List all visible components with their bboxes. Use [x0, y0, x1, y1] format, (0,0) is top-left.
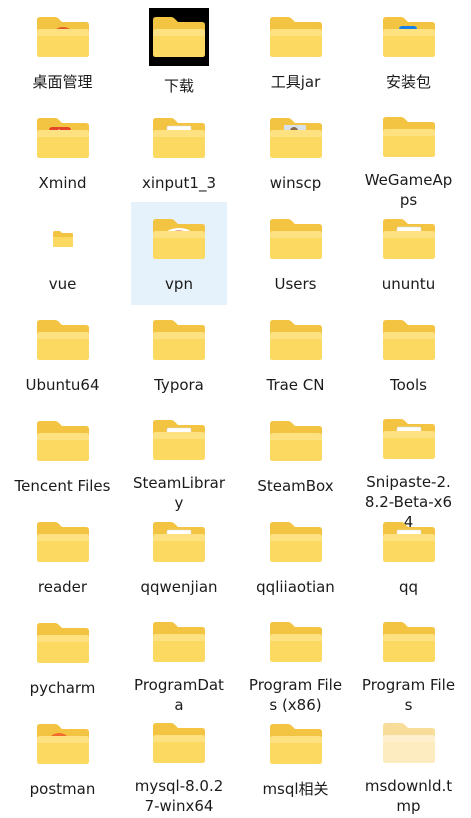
folder-icon	[151, 416, 207, 463]
folder-icon	[35, 517, 91, 567]
folder-label: ununtu	[381, 275, 436, 293]
folder-label: Xmind	[38, 174, 87, 192]
folder-item[interactable]: qqwenjian	[119, 513, 239, 614]
folder-label: Tencent Files	[14, 477, 111, 495]
folder-item[interactable]: reader	[6, 513, 119, 614]
folder-label: qqliiaotian	[256, 578, 335, 596]
folder-icon	[151, 214, 207, 264]
folder-label: postman	[29, 780, 96, 798]
folder-label: Typora	[154, 376, 204, 394]
folder-icon	[268, 315, 324, 365]
folder-item[interactable]: WeGameApps	[352, 109, 465, 210]
folder-item[interactable]: Tencent Files	[6, 412, 119, 513]
folder-icon	[381, 12, 437, 62]
folder-icon	[35, 214, 91, 264]
folder-icon	[35, 618, 91, 668]
folder-item[interactable]: 安装包	[352, 8, 465, 109]
folder-icon	[268, 618, 324, 665]
folder-label: xinput1_3	[141, 174, 217, 192]
folder-label: qqwenjian	[140, 578, 218, 596]
folder-label: SteamLibrary	[132, 474, 225, 512]
folder-item[interactable]: Typora	[119, 311, 239, 412]
folder-label: WeGameApps	[364, 171, 453, 209]
folder-icon	[35, 719, 91, 769]
folder-label: msdownld.tmp	[364, 777, 453, 815]
folder-icon	[35, 113, 91, 163]
folder-label: mysql-8.0.27-winx64	[134, 777, 224, 815]
folder-label: 桌面管理	[32, 73, 93, 91]
folder-icon	[268, 113, 324, 163]
folder-item[interactable]: 工具jar	[239, 8, 352, 109]
folder-item[interactable]: Users	[239, 210, 352, 311]
folder-icon	[268, 12, 324, 62]
folder-label: vpn	[165, 275, 193, 293]
folder-icon	[35, 12, 91, 62]
folder-icon	[151, 618, 207, 665]
folder-icon	[268, 416, 324, 466]
folder-item[interactable]: Xmind	[6, 109, 119, 210]
folder-item[interactable]: vpn	[131, 202, 227, 305]
file-icon-grid: 桌面管理 下载 工具jar 安装包 Xmind xinput1_3 winscp WeGame…	[0, 8, 471, 818]
folder-icon	[35, 416, 91, 466]
folder-icon	[381, 113, 437, 160]
folder-item[interactable]: Snipaste-2.8.2-Beta-x64	[352, 412, 465, 531]
folder-label: Users	[274, 275, 317, 293]
folder-icon	[381, 214, 437, 264]
folder-item[interactable]: SteamLibrary	[119, 412, 239, 513]
folder-item[interactable]: 下载	[119, 8, 239, 109]
folder-item[interactable]: pycharm	[6, 614, 119, 715]
folder-label: 工具jar	[270, 73, 321, 91]
folder-label: vue	[48, 275, 77, 293]
folder-label: qq	[398, 578, 419, 596]
folder-icon	[151, 517, 207, 567]
folder-item[interactable]: SteamBox	[239, 412, 352, 513]
folder-icon	[268, 517, 324, 567]
folder-label: SteamBox	[257, 477, 334, 495]
folder-item[interactable]: mysql-8.0.27-winx64	[119, 715, 239, 816]
folder-item[interactable]: ProgramData	[119, 614, 239, 715]
folder-icon	[35, 315, 91, 365]
folder-item[interactable]: xinput1_3	[119, 109, 239, 210]
folder-label: ProgramData	[134, 676, 224, 714]
folder-icon	[381, 719, 437, 766]
folder-icon	[151, 719, 207, 766]
folder-icon	[151, 113, 207, 163]
folder-icon	[149, 8, 209, 66]
folder-label: 安装包	[385, 73, 431, 91]
folder-item[interactable]: qq	[352, 513, 465, 614]
folder-item[interactable]: msdownld.tmp	[352, 715, 465, 816]
folder-icon	[381, 618, 437, 665]
folder-item[interactable]: Program Files	[352, 614, 465, 715]
folder-icon	[268, 719, 324, 769]
folder-item[interactable]: ununtu	[352, 210, 465, 311]
folder-label: Ubuntu64	[25, 376, 100, 394]
folder-icon	[381, 315, 437, 365]
folder-label: Program Files	[361, 676, 456, 714]
folder-item[interactable]: qqliiaotian	[239, 513, 352, 614]
folder-label: Tools	[390, 376, 427, 394]
folder-item[interactable]: Tools	[352, 311, 465, 412]
folder-icon	[151, 315, 207, 365]
folder-icon	[381, 517, 437, 567]
folder-item[interactable]: winscp	[239, 109, 352, 210]
folder-label: pycharm	[29, 679, 96, 697]
folder-item[interactable]: Program Files (x86)	[239, 614, 352, 715]
folder-item[interactable]: msql相关	[239, 715, 352, 816]
folder-item[interactable]: Ubuntu64	[6, 311, 119, 412]
folder-item[interactable]: Trae CN	[239, 311, 352, 412]
folder-item[interactable]: 桌面管理	[6, 8, 119, 109]
folder-label: winscp	[269, 174, 322, 192]
folder-label: msql相关	[262, 780, 329, 798]
folder-label: Trae CN	[266, 376, 325, 394]
folder-label: 下载	[163, 77, 194, 95]
folder-label: reader	[37, 578, 88, 596]
folder-item[interactable]: postman	[6, 715, 119, 816]
folder-label: Program Files (x86)	[248, 676, 343, 714]
folder-icon	[268, 214, 324, 264]
folder-icon	[381, 416, 437, 462]
folder-item[interactable]: vue	[6, 210, 119, 311]
